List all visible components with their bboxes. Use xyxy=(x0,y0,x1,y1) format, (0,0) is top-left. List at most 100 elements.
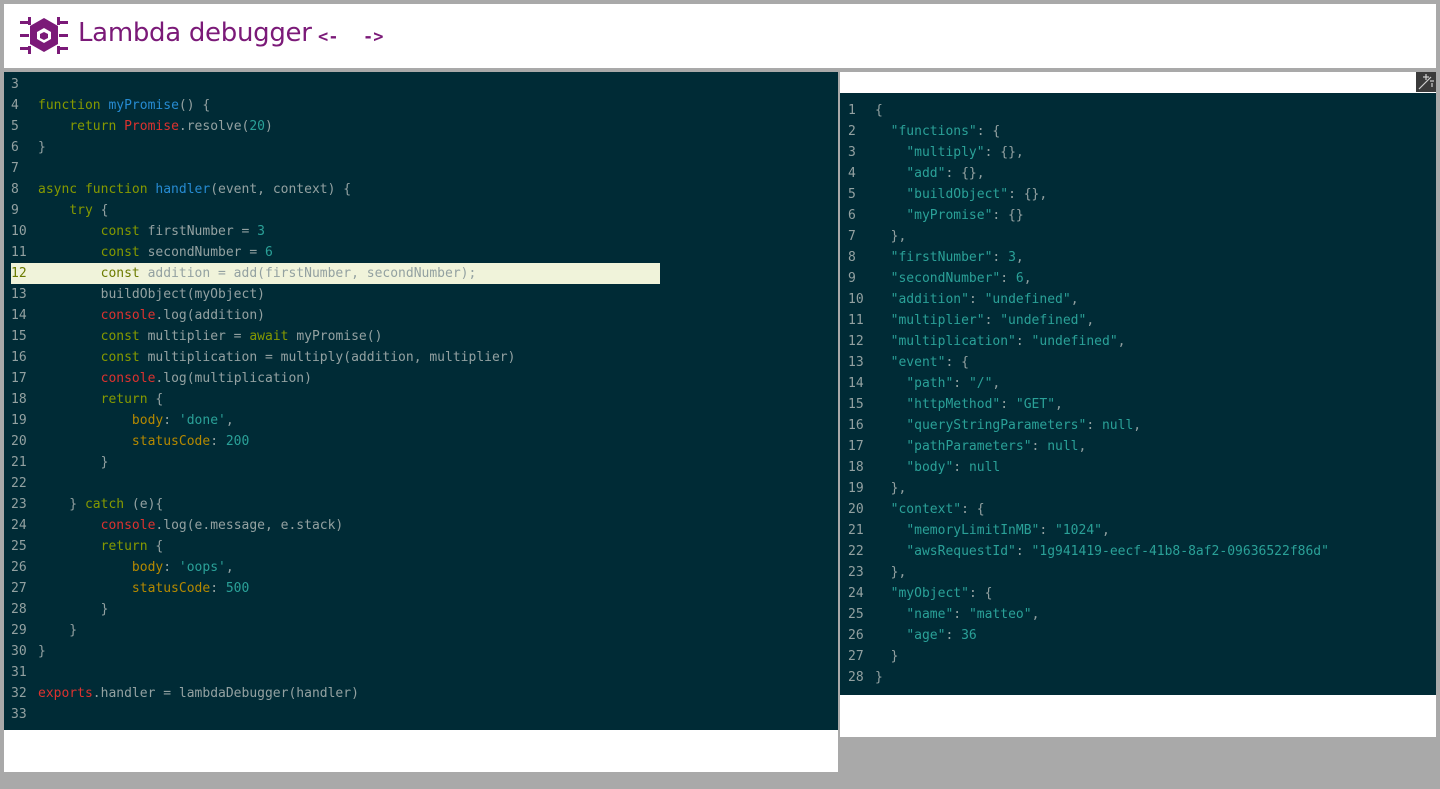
code-token: () { xyxy=(178,98,211,113)
code-token: , xyxy=(225,560,234,575)
line-number: 12 xyxy=(848,334,864,349)
code-token: : xyxy=(968,292,985,307)
code-token: } xyxy=(875,670,883,685)
code-token: firstNumber = xyxy=(147,224,258,239)
code-token: } xyxy=(38,455,109,470)
code-token: : xyxy=(953,460,969,475)
state-json-viewer[interactable]: 1{2 "functions": {3 "multiply": {}, 4 "ad… xyxy=(840,93,1436,695)
line-number: 7 xyxy=(11,161,19,176)
line-number: 17 xyxy=(848,439,864,454)
state-panel: 1{2 "functions": {3 "multiply": {}, 4 "ad… xyxy=(840,72,1436,737)
line-code: const secondNumber = 6 xyxy=(38,242,273,263)
code-token: : { xyxy=(968,586,993,601)
line-code: "awsRequestId": "1g941419-eecf-41b8-8af2… xyxy=(875,541,1329,562)
code-token: , xyxy=(1031,607,1040,622)
line-code: statusCode: 500 xyxy=(38,578,249,599)
code-token: : xyxy=(984,313,1001,328)
code-token: "secondNumber" xyxy=(890,271,1001,286)
code-editor[interactable]: 3 4 function myPromise() {5 return Promise… xyxy=(4,72,838,730)
code-token: .resolve( xyxy=(178,119,250,134)
line-number: 17 xyxy=(11,371,27,386)
code-token: : xyxy=(163,413,179,428)
line-number: 20 xyxy=(848,502,864,517)
line-number: 9 xyxy=(848,271,856,286)
code-token: "pathParameters" xyxy=(906,439,1032,454)
code-token: }, xyxy=(875,229,907,244)
line-code: } xyxy=(875,646,899,667)
code-token: , xyxy=(225,413,234,428)
line-code: "context": { xyxy=(875,499,985,520)
code-token: } xyxy=(38,140,46,155)
code-token: body xyxy=(131,413,164,428)
code-token: "memoryLimitInMB" xyxy=(906,523,1040,538)
code-token: , xyxy=(1023,271,1032,286)
line-code: const firstNumber = 3 xyxy=(38,221,265,242)
forward-button[interactable]: -> xyxy=(363,26,383,48)
back-button[interactable]: <- xyxy=(318,26,338,48)
code-token: , xyxy=(1078,439,1087,454)
code-token: "multiply" xyxy=(906,145,985,160)
code-token: "undefined" xyxy=(984,292,1071,307)
code-token: : {}, xyxy=(984,145,1024,160)
line-code: try { xyxy=(38,200,108,221)
code-token: } xyxy=(38,644,46,659)
code-token: null xyxy=(968,460,1001,475)
code-token: : { xyxy=(945,355,969,370)
line-number: 26 xyxy=(11,560,27,575)
code-token: "multiplication" xyxy=(890,334,1016,349)
code-token: statusCode xyxy=(131,581,211,596)
code-token: : xyxy=(163,560,179,575)
code-token: "myObject" xyxy=(890,586,969,601)
line-number: 8 xyxy=(11,182,19,197)
code-token: await xyxy=(249,329,297,344)
code-token: "undefined" xyxy=(1000,313,1087,328)
code-token: 'oops' xyxy=(178,560,226,575)
line-code: body: 'done', xyxy=(38,410,234,431)
code-token: try xyxy=(69,203,93,218)
expand-icon[interactable] xyxy=(1416,72,1436,92)
line-number: 19 xyxy=(11,413,27,428)
code-token: , xyxy=(1015,250,1024,265)
code-token: "firstNumber" xyxy=(890,250,993,265)
code-token: : { xyxy=(961,502,985,517)
code-token: "buildObject" xyxy=(906,187,1009,202)
line-code: } xyxy=(38,452,109,473)
line-number: 14 xyxy=(11,308,27,323)
line-number: 27 xyxy=(848,649,864,664)
line-number: 4 xyxy=(848,166,856,181)
code-token: myPromise() xyxy=(296,329,383,344)
line-code: }, xyxy=(875,562,907,583)
code-token: : xyxy=(210,581,226,596)
code-token: const xyxy=(100,350,148,365)
line-number: 4 xyxy=(11,98,19,113)
code-token: } xyxy=(38,497,85,512)
code-token: } xyxy=(38,623,78,638)
code-token: : xyxy=(1000,397,1016,412)
line-code: "myPromise": {} xyxy=(875,205,1023,226)
code-token: : xyxy=(1015,334,1032,349)
code-token: "add" xyxy=(906,166,946,181)
line-code: { xyxy=(875,100,883,121)
line-number: 25 xyxy=(848,607,864,622)
line-code: } xyxy=(38,137,46,158)
code-token: exports xyxy=(38,686,93,701)
line-code: } xyxy=(875,667,883,688)
line-code: "firstNumber": 3, xyxy=(875,247,1024,268)
code-token: .log(e.message, e.stack) xyxy=(155,518,344,533)
code-token: , xyxy=(1070,292,1079,307)
line-code: statusCode: 200 xyxy=(38,431,249,452)
line-number: 13 xyxy=(11,287,27,302)
